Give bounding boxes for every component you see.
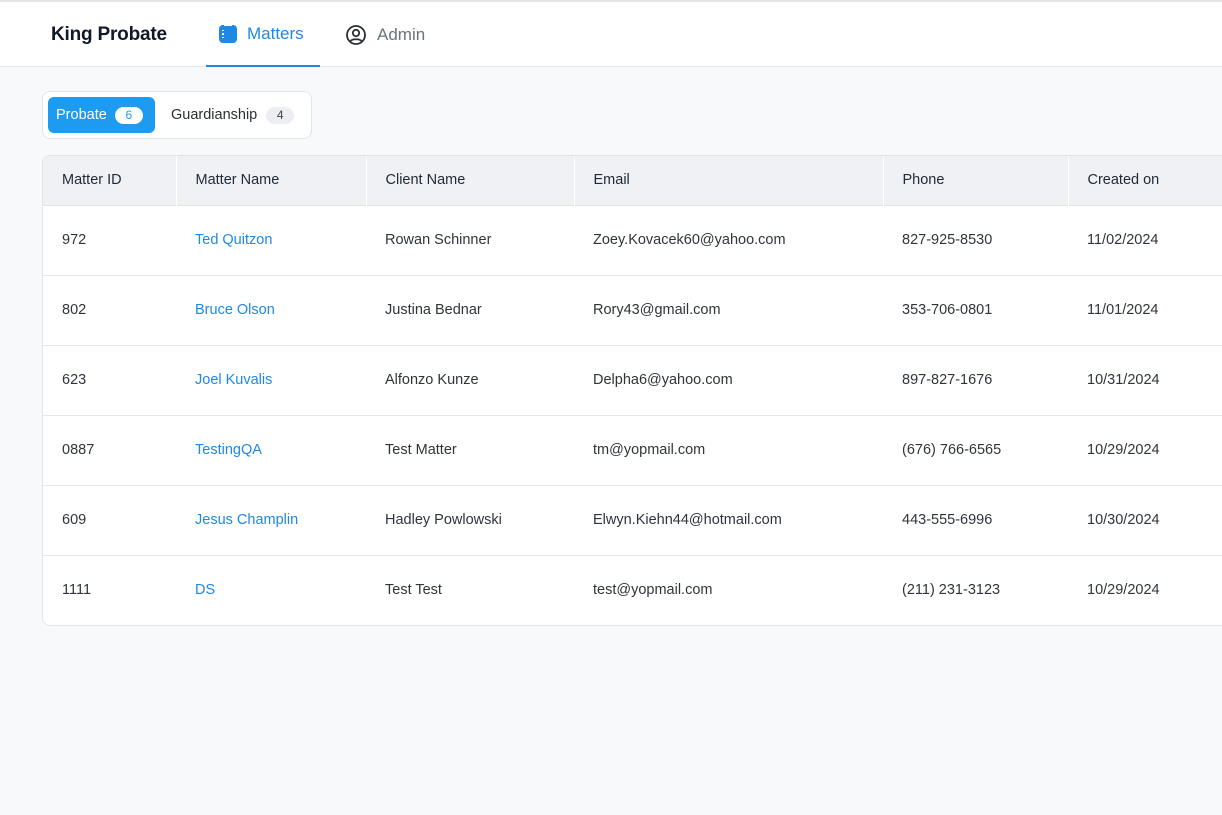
table-row[interactable]: 609 Jesus Champlin Hadley Powlowski Elwy… xyxy=(43,485,1222,555)
probate-count-badge: 6 xyxy=(114,106,143,124)
cell-client-name: Test Test xyxy=(385,582,442,599)
cell-client-name: Test Matter xyxy=(385,442,457,458)
list-icon xyxy=(219,24,237,43)
cell-matter-id: 802 xyxy=(62,302,87,318)
table-row[interactable]: 623 Joel Kuvalis Alfonzo Kunze Delpha6@y… xyxy=(43,345,1222,415)
nav-tab-matters[interactable]: Matters xyxy=(206,2,320,67)
nav-tab-admin[interactable]: Admin xyxy=(345,2,425,67)
cell-client-name: Rowan Schinner xyxy=(385,232,492,248)
top-navigation-bar: King Probate Matters Admin xyxy=(0,0,1222,67)
guardianship-count-badge: 4 xyxy=(266,106,295,124)
matter-type-switcher: Probate 6 Guardianship 4 xyxy=(42,91,312,139)
segment-guardianship[interactable]: Guardianship 4 xyxy=(171,97,295,133)
cell-client-name: Hadley Powlowski xyxy=(385,512,502,528)
segment-probate-label: Probate xyxy=(56,107,107,123)
cell-matter-name-link[interactable]: Ted Quitzon xyxy=(176,205,366,275)
segment-probate[interactable]: Probate 6 xyxy=(48,97,155,133)
app-title: King Probate xyxy=(51,24,167,45)
cell-phone: (211) 231-3123 xyxy=(902,582,1001,599)
cell-client-name: Justina Bednar xyxy=(385,302,482,318)
cell-matter-id: 0887 xyxy=(62,442,95,458)
cell-phone: 443-555-6996 xyxy=(902,512,993,528)
column-header-matter-name[interactable]: Matter Name xyxy=(176,156,367,205)
cell-email: tm@yopmail.com xyxy=(593,442,706,458)
column-header-client-name[interactable]: Client Name xyxy=(366,156,575,205)
cell-matter-name-link[interactable]: Bruce Olson xyxy=(176,275,366,345)
column-header-created-on[interactable]: Created on xyxy=(1068,156,1222,205)
column-header-phone[interactable]: Phone xyxy=(883,156,1069,205)
cell-phone: 353-706-0801 xyxy=(902,302,993,318)
nav-tab-matters-label: Matters xyxy=(247,23,304,43)
cell-email: Zoey.Kovacek60@yahoo.com xyxy=(593,232,786,248)
column-header-matter-id[interactable]: Matter ID xyxy=(43,156,177,205)
cell-matter-id: 1111 xyxy=(62,582,92,599)
cell-created-on: 10/31/2024 xyxy=(1087,372,1160,388)
table-header-row: Matter ID Matter Name Client Name Email … xyxy=(43,156,1222,205)
cell-matter-name-link[interactable]: DS xyxy=(176,555,366,625)
cell-phone: 827-925-8530 xyxy=(902,232,993,248)
cell-email: Elwyn.Kiehn44@hotmail.com xyxy=(593,512,782,528)
cell-matter-name-link[interactable]: Jesus Champlin xyxy=(176,485,366,555)
cell-email: Delpha6@yahoo.com xyxy=(593,372,733,388)
user-circle-icon xyxy=(346,24,366,45)
matters-table-card: Matter ID Matter Name Client Name Email … xyxy=(42,155,1222,626)
cell-email: test@yopmail.com xyxy=(593,582,713,599)
table-row[interactable]: 802 Bruce Olson Justina Bednar Rory43@gm… xyxy=(43,275,1222,345)
cell-email: Rory43@gmail.com xyxy=(593,302,721,318)
cell-matter-name-link[interactable]: Joel Kuvalis xyxy=(176,345,366,415)
cell-phone: 897-827-1676 xyxy=(902,372,993,388)
matters-table: Matter ID Matter Name Client Name Email … xyxy=(43,156,1222,625)
table-row[interactable]: 972 Ted Quitzon Rowan Schinner Zoey.Kova… xyxy=(43,205,1222,275)
cell-created-on: 11/01/2024 xyxy=(1087,302,1159,318)
cell-matter-id: 972 xyxy=(62,232,87,248)
cell-matter-id: 623 xyxy=(62,372,87,388)
cell-phone: (676) 766-6565 xyxy=(902,442,1002,458)
cell-matter-id: 609 xyxy=(62,512,87,528)
cell-created-on: 11/02/2024 xyxy=(1087,232,1159,248)
cell-client-name: Alfonzo Kunze xyxy=(385,372,479,388)
cell-created-on: 10/29/2024 xyxy=(1087,582,1160,599)
segment-guardianship-label: Guardianship xyxy=(171,107,258,123)
cell-created-on: 10/30/2024 xyxy=(1087,512,1160,528)
table-row[interactable]: 1111 DS Test Test test@yopmail.com (211)… xyxy=(43,555,1222,625)
table-row[interactable]: 0887 TestingQA Test Matter tm@yopmail.co… xyxy=(43,415,1222,485)
nav-tab-admin-label: Admin xyxy=(377,24,426,44)
column-header-email[interactable]: Email xyxy=(574,156,884,205)
cell-created-on: 10/29/2024 xyxy=(1087,442,1160,458)
cell-matter-name-link[interactable]: TestingQA xyxy=(176,415,366,485)
